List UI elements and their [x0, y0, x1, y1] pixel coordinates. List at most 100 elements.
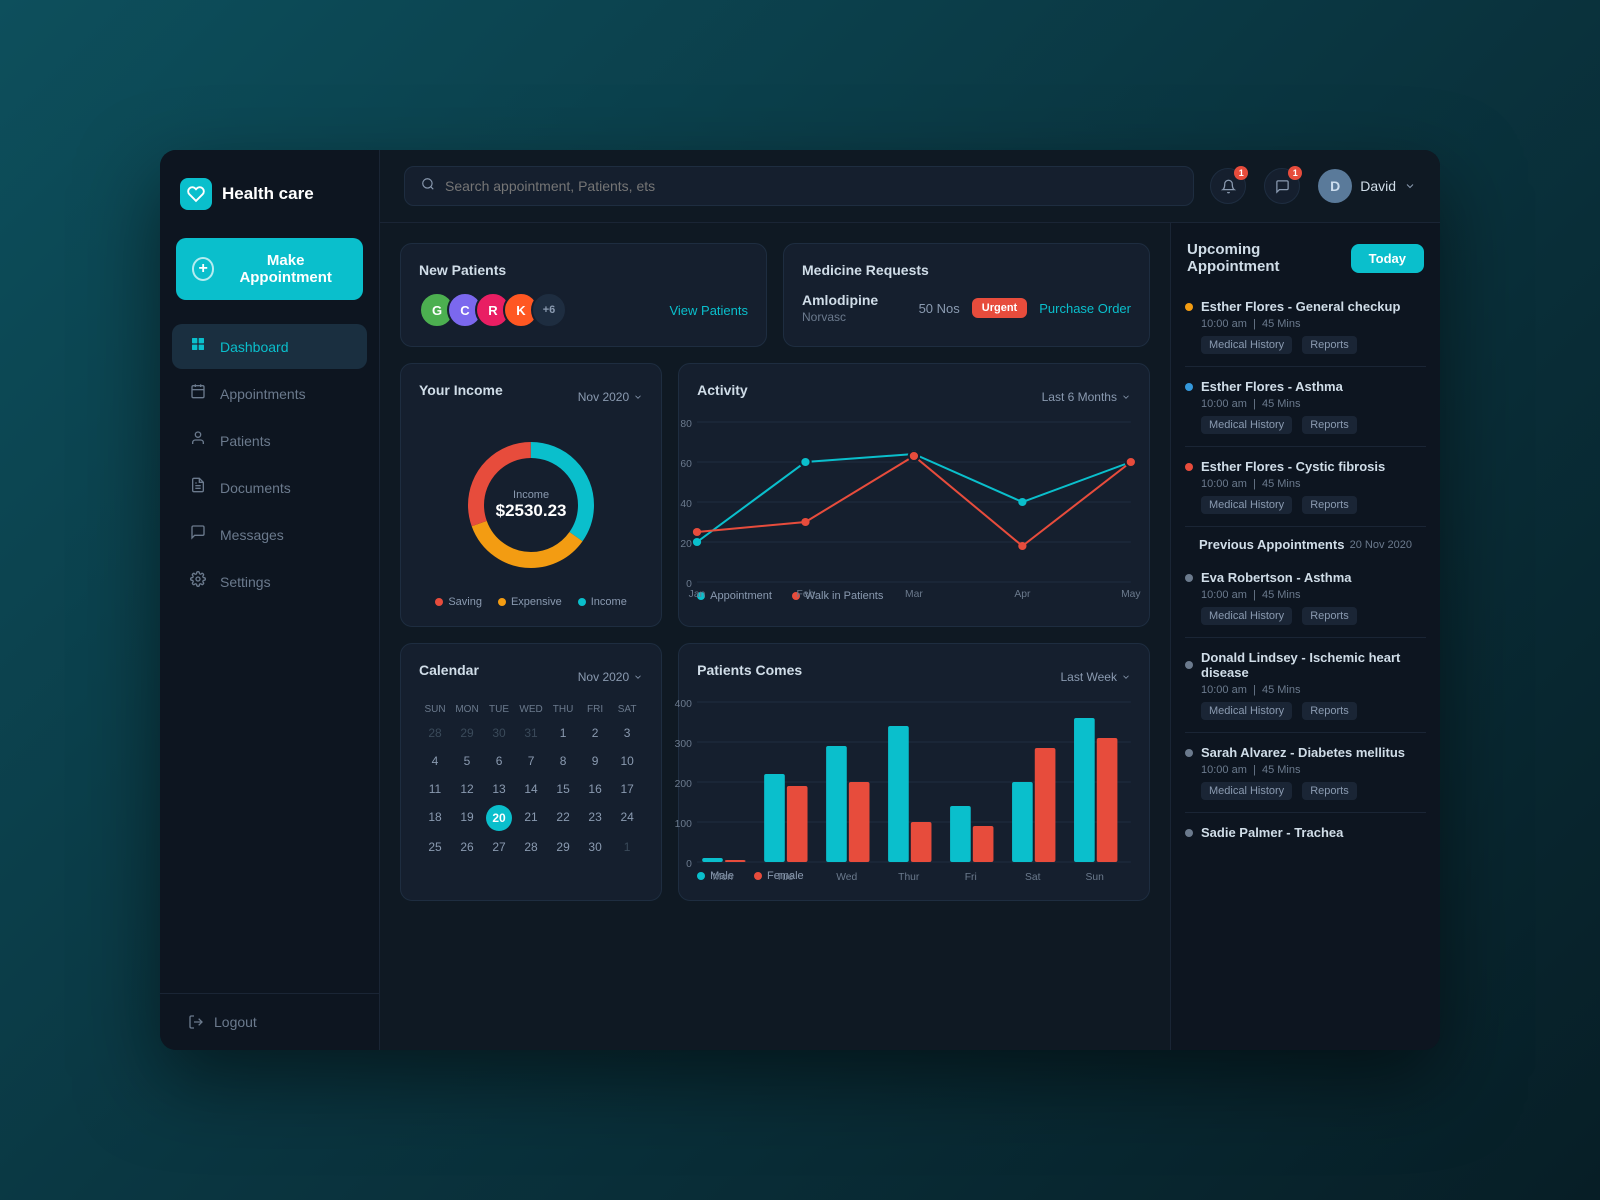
cal-day[interactable]: 1	[547, 721, 579, 745]
cal-day[interactable]: 29	[547, 835, 579, 859]
reports-btn-3[interactable]: Reports	[1302, 496, 1357, 514]
female-dot	[754, 872, 762, 880]
cal-day[interactable]: 18	[419, 805, 451, 831]
cal-day[interactable]: 7	[515, 749, 547, 773]
medical-history-btn-3[interactable]: Medical History	[1201, 496, 1292, 514]
cal-day[interactable]: 24	[611, 805, 643, 831]
cal-day[interactable]: 15	[547, 777, 579, 801]
sidebar-item-settings[interactable]: Settings	[172, 559, 367, 604]
settings-label: Settings	[220, 574, 271, 590]
search-input[interactable]	[445, 178, 1177, 194]
message-button[interactable]: 1	[1264, 168, 1300, 204]
cal-day[interactable]: 25	[419, 835, 451, 859]
medical-history-btn-1[interactable]: Medical History	[1201, 336, 1292, 354]
medical-history-btn-2[interactable]: Medical History	[1201, 416, 1292, 434]
cal-day[interactable]: 1	[611, 835, 643, 859]
medical-history-btn-6[interactable]: Medical History	[1201, 782, 1292, 800]
reports-btn-5[interactable]: Reports	[1302, 702, 1357, 720]
cal-day[interactable]: 6	[483, 749, 515, 773]
cal-day[interactable]: 19	[451, 805, 483, 831]
cal-day[interactable]: 8	[547, 749, 579, 773]
reports-btn-2[interactable]: Reports	[1302, 416, 1357, 434]
svg-text:Tue: Tue	[776, 872, 794, 883]
patients-comes-title: Patients Comes	[697, 662, 802, 678]
bottom-row: Calendar Nov 2020 SUN MON TUE WE	[400, 643, 1150, 901]
donut-value: $2530.23	[496, 501, 567, 521]
sidebar-item-documents[interactable]: Documents	[172, 465, 367, 510]
appt-time-3: 10:00 am | 45 Mins	[1201, 478, 1426, 490]
cal-day-today[interactable]: 20	[486, 805, 512, 831]
cal-day[interactable]: 3	[611, 721, 643, 745]
sidebar-item-messages[interactable]: Messages	[172, 512, 367, 557]
top-row: New Patients G C R K +6 View Patients	[400, 243, 1150, 347]
cal-day[interactable]: 12	[451, 777, 483, 801]
previous-date: 20 Nov 2020	[1350, 539, 1412, 551]
reports-btn-6[interactable]: Reports	[1302, 782, 1357, 800]
medical-history-btn-4[interactable]: Medical History	[1201, 607, 1292, 625]
logout-button[interactable]: Logout	[160, 993, 379, 1050]
appt-actions-5: Medical History Reports	[1201, 702, 1426, 720]
patients-period[interactable]: Last Week	[1061, 670, 1131, 684]
today-button[interactable]: Today	[1351, 244, 1424, 273]
new-patients-title: New Patients	[419, 262, 748, 278]
cal-day[interactable]: 13	[483, 777, 515, 801]
cal-day[interactable]: 9	[579, 749, 611, 773]
svg-text:400: 400	[675, 699, 693, 710]
make-appointment-button[interactable]: + Make Appointment	[176, 238, 363, 300]
purchase-order-link[interactable]: Purchase Order	[1039, 301, 1131, 316]
cal-day[interactable]: 2	[579, 721, 611, 745]
cal-day[interactable]: 30	[483, 721, 515, 745]
reports-btn-4[interactable]: Reports	[1302, 607, 1357, 625]
medical-history-btn-5[interactable]: Medical History	[1201, 702, 1292, 720]
patients-comes-header: Patients Comes Last Week	[697, 662, 1131, 692]
cal-day[interactable]: 14	[515, 777, 547, 801]
new-patients-card: New Patients G C R K +6 View Patients	[400, 243, 767, 347]
medicine-requests-title: Medicine Requests	[802, 262, 1131, 278]
appointments-icon	[188, 383, 208, 404]
calendar-title: Calendar	[419, 662, 479, 678]
sidebar-item-patients[interactable]: Patients	[172, 418, 367, 463]
app-container: Health care + Make Appointment Dashboard…	[160, 150, 1440, 1050]
cal-day[interactable]: 31	[515, 721, 547, 745]
search-icon	[421, 177, 435, 195]
sidebar-item-dashboard[interactable]: Dashboard	[172, 324, 367, 369]
cal-day[interactable]: 28	[419, 721, 451, 745]
cal-day[interactable]: 10	[611, 749, 643, 773]
cal-day[interactable]: 27	[483, 835, 515, 859]
donut-label: Income	[496, 489, 567, 501]
appt-name-3: Esther Flores - Cystic fibrosis	[1185, 459, 1426, 474]
svg-text:Apr: Apr	[1014, 589, 1031, 600]
appt-item-6: Sarah Alvarez - Diabetes mellitus 10:00 …	[1185, 733, 1426, 813]
cal-day[interactable]: 29	[451, 721, 483, 745]
medicine-requests-card: Medicine Requests Amlodipine Norvasc 50 …	[783, 243, 1150, 347]
cal-day[interactable]: 21	[515, 805, 547, 831]
reports-btn-1[interactable]: Reports	[1302, 336, 1357, 354]
cal-day[interactable]: 26	[451, 835, 483, 859]
user-profile[interactable]: D David	[1318, 169, 1416, 203]
cal-day[interactable]: 23	[579, 805, 611, 831]
appt-item-7: Sadie Palmer - Trachea	[1185, 813, 1426, 856]
cal-day[interactable]: 16	[579, 777, 611, 801]
cal-day[interactable]: 28	[515, 835, 547, 859]
cal-day[interactable]: 30	[579, 835, 611, 859]
activity-title: Activity	[697, 382, 748, 398]
cal-day[interactable]: 4	[419, 749, 451, 773]
cal-day[interactable]: 11	[419, 777, 451, 801]
income-period[interactable]: Nov 2020	[578, 390, 643, 404]
bar-chart: 400 300 200 100 0	[697, 702, 1131, 862]
sidebar-item-appointments[interactable]: Appointments	[172, 371, 367, 416]
donut-legend: Saving Expensive Income	[419, 596, 643, 608]
notification-button[interactable]: 1	[1210, 168, 1246, 204]
appt-item-3: Esther Flores - Cystic fibrosis 10:00 am…	[1185, 447, 1426, 527]
appt-dot-3	[1185, 463, 1193, 471]
view-patients-link[interactable]: View Patients	[669, 303, 748, 318]
search-bar[interactable]	[404, 166, 1194, 206]
cal-day[interactable]: 5	[451, 749, 483, 773]
expensive-dot	[498, 598, 506, 606]
svg-text:Mar: Mar	[905, 589, 923, 600]
calendar-period[interactable]: Nov 2020	[578, 670, 643, 684]
activity-period[interactable]: Last 6 Months	[1042, 390, 1131, 404]
activity-chart: 80 60 40 20 0	[697, 422, 1131, 582]
cal-day[interactable]: 17	[611, 777, 643, 801]
cal-day[interactable]: 22	[547, 805, 579, 831]
